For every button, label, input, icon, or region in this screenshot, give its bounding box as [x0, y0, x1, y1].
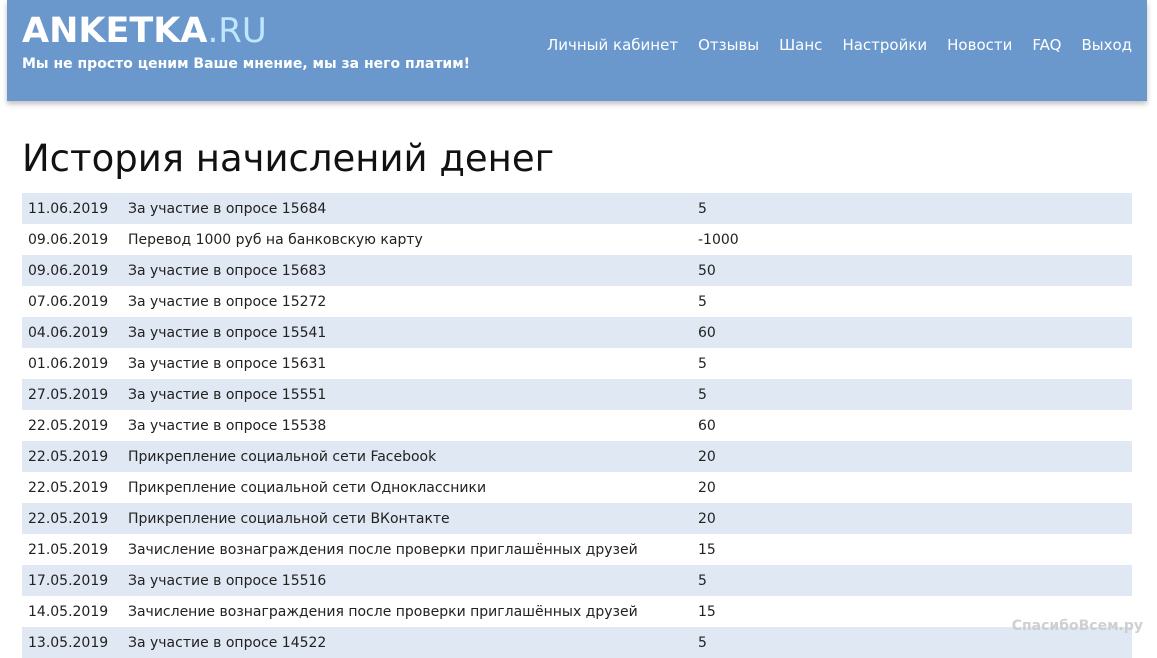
cell-amount: 5 — [692, 565, 1132, 596]
history-table: 11.06.2019 За участие в опросе 15684 5 09.0… — [22, 193, 1132, 658]
cell-date: 04.06.2019 — [22, 317, 122, 348]
cell-date: 09.06.2019 — [22, 224, 122, 255]
table-row: 09.06.2019 Перевод 1000 руб на банковскую… — [22, 224, 1132, 255]
table-row: 22.05.2019 Прикрепление социальной сети О… — [22, 472, 1132, 503]
table-row: 21.05.2019 Зачисление вознаграждения посл… — [22, 534, 1132, 565]
nav-item-chance[interactable]: Шанс — [779, 35, 822, 55]
logo-domain: .RU — [207, 11, 267, 51]
cell-amount: -1000 — [692, 224, 1132, 255]
cell-amount: 15 — [692, 534, 1132, 565]
cell-description: Зачисление вознаграждения после проверки… — [122, 596, 692, 627]
table-row: 22.05.2019 За участие в опросе 15538 60 — [22, 410, 1132, 441]
cell-description: Зачисление вознаграждения после проверки… — [122, 534, 692, 565]
table-row: 09.06.2019 За участие в опросе 15683 50 — [22, 255, 1132, 286]
table-row: 01.06.2019 За участие в опросе 15631 5 — [22, 348, 1132, 379]
cell-amount: 5 — [692, 379, 1132, 410]
cell-description: Перевод 1000 руб на банковскую карту — [122, 224, 692, 255]
watermark-logo: СпасибоВсем.ру — [1011, 618, 1143, 634]
cell-amount: 20 — [692, 503, 1132, 534]
cell-description: За участие в опросе 15551 — [122, 379, 692, 410]
cell-amount: 60 — [692, 410, 1132, 441]
cell-description: За участие в опросе 15631 — [122, 348, 692, 379]
table-row: 04.06.2019 За участие в опросе 15541 60 — [22, 317, 1132, 348]
cell-date: 21.05.2019 — [22, 534, 122, 565]
table-row: 17.05.2019 За участие в опросе 15516 5 — [22, 565, 1132, 596]
page-title: История начислений денег — [22, 137, 555, 180]
cell-date: 13.05.2019 — [22, 627, 122, 658]
nav-item-faq[interactable]: FAQ — [1032, 35, 1061, 55]
cell-date: 22.05.2019 — [22, 410, 122, 441]
cell-amount: 5 — [692, 348, 1132, 379]
site-header: ANKETKA.RU Мы не просто ценим Ваше мнени… — [7, 0, 1147, 101]
main-nav: Личный кабинет Отзывы Шанс Настройки Нов… — [547, 35, 1132, 55]
table-row: 11.06.2019 За участие в опросе 15684 5 — [22, 193, 1132, 224]
cell-description: За участие в опросе 15683 — [122, 255, 692, 286]
logo-main: ANKETKA — [22, 11, 208, 51]
cell-description: За участие в опросе 15541 — [122, 317, 692, 348]
table-row: 22.05.2019 Прикрепление социальной сети В… — [22, 503, 1132, 534]
cell-date: 09.06.2019 — [22, 255, 122, 286]
cell-description: За участие в опросе 15272 — [122, 286, 692, 317]
cell-amount: 50 — [692, 255, 1132, 286]
cell-amount: 60 — [692, 317, 1132, 348]
cell-amount: 20 — [692, 441, 1132, 472]
cell-date: 27.05.2019 — [22, 379, 122, 410]
site-tagline: Мы не просто ценим Ваше мнение, мы за не… — [22, 56, 471, 72]
table-row: 13.05.2019 За участие в опросе 14522 5 — [22, 627, 1132, 658]
cell-description: Прикрепление социальной сети Facebook — [122, 441, 692, 472]
cell-date: 01.06.2019 — [22, 348, 122, 379]
cell-date: 22.05.2019 — [22, 503, 122, 534]
cell-description: За участие в опросе 15538 — [122, 410, 692, 441]
cell-date: 14.05.2019 — [22, 596, 122, 627]
table-row: 14.05.2019 Зачисление вознаграждения посл… — [22, 596, 1132, 627]
cell-amount: 5 — [692, 286, 1132, 317]
cell-description: За участие в опросе 15684 — [122, 193, 692, 224]
table-row: 22.05.2019 Прикрепление социальной сети F… — [22, 441, 1132, 472]
nav-item-reviews[interactable]: Отзывы — [698, 35, 759, 55]
site-logo[interactable]: ANKETKA.RU — [22, 9, 267, 53]
cell-amount: 20 — [692, 472, 1132, 503]
cell-date: 11.06.2019 — [22, 193, 122, 224]
history-table-body: 11.06.2019 За участие в опросе 15684 5 09.0… — [22, 193, 1132, 658]
nav-item-settings[interactable]: Настройки — [842, 35, 927, 55]
nav-item-news[interactable]: Новости — [947, 35, 1012, 55]
nav-item-logout[interactable]: Выход — [1081, 35, 1132, 55]
cell-date: 07.06.2019 — [22, 286, 122, 317]
cell-date: 17.05.2019 — [22, 565, 122, 596]
cell-date: 22.05.2019 — [22, 472, 122, 503]
cell-description: Прикрепление социальной сети Одноклассни… — [122, 472, 692, 503]
cell-description: Прикрепление социальной сети ВКонтакте — [122, 503, 692, 534]
cell-date: 22.05.2019 — [22, 441, 122, 472]
table-row: 27.05.2019 За участие в опросе 15551 5 — [22, 379, 1132, 410]
cell-amount: 5 — [692, 193, 1132, 224]
nav-item-cabinet[interactable]: Личный кабинет — [547, 35, 678, 55]
table-row: 07.06.2019 За участие в опросе 15272 5 — [22, 286, 1132, 317]
cell-description: За участие в опросе 14522 — [122, 627, 692, 658]
cell-description: За участие в опросе 15516 — [122, 565, 692, 596]
